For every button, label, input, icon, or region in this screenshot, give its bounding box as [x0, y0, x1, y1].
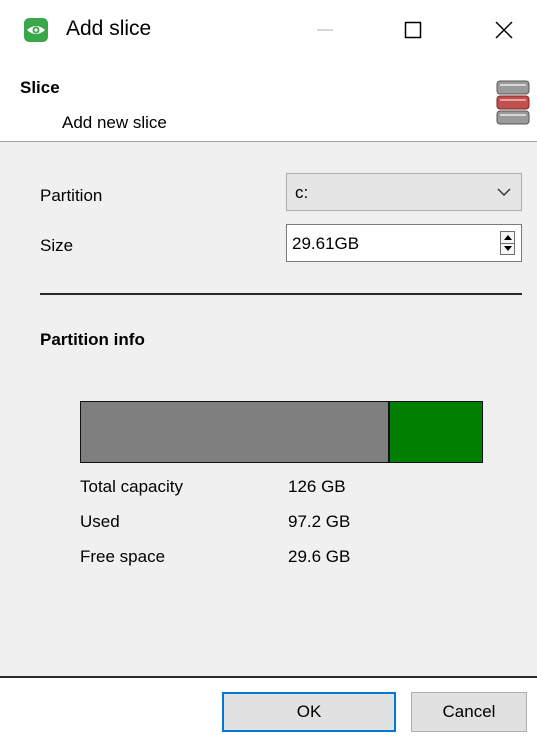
caret-up-icon	[503, 235, 512, 240]
size-decrement-button[interactable]	[501, 243, 514, 254]
partition-dropdown[interactable]: c:	[286, 173, 522, 211]
maximize-button[interactable]	[393, 12, 433, 48]
caret-down-icon	[503, 246, 512, 251]
title-bar: Add slice	[0, 0, 537, 58]
dialog-content: Partition c: Size 29.61GB Partition info	[0, 142, 537, 676]
database-stack-icon	[496, 80, 530, 125]
header-subtitle: Add new slice	[62, 113, 167, 132]
cancel-button[interactable]: Cancel	[411, 692, 527, 732]
maximize-icon	[404, 21, 422, 39]
size-spinbox[interactable]: 29.61GB	[286, 224, 522, 262]
used-label: Used	[80, 512, 120, 531]
total-capacity-row: Total capacity 126 GB	[80, 477, 500, 501]
partition-label: Partition	[40, 186, 103, 205]
dialog-footer: OK Cancel	[0, 676, 537, 740]
size-stepper[interactable]	[500, 231, 515, 255]
size-value: 29.61GB	[292, 234, 360, 253]
free-space-row: Free space 29.6 GB	[80, 547, 500, 571]
total-capacity-label: Total capacity	[80, 477, 183, 496]
minimize-icon	[317, 29, 333, 31]
wizard-header: Slice Add new slice	[0, 58, 537, 142]
size-label: Size	[40, 236, 74, 255]
partition-usage-bar	[80, 401, 483, 463]
used-space-segment	[81, 402, 391, 462]
chevron-down-icon	[497, 188, 511, 196]
used-row: Used 97.2 GB	[80, 512, 500, 536]
close-icon	[495, 21, 513, 39]
header-title: Slice	[20, 78, 60, 97]
eye-icon	[24, 18, 48, 42]
ok-button[interactable]: OK	[222, 692, 396, 732]
partition-info-title: Partition info	[40, 330, 145, 349]
minimize-button[interactable]	[305, 12, 345, 48]
footer-separator	[0, 676, 537, 678]
section-divider	[40, 293, 522, 295]
used-value: 97.2 GB	[288, 512, 351, 531]
free-space-segment	[390, 402, 482, 462]
window-title: Add slice	[66, 17, 152, 40]
close-button[interactable]	[484, 12, 524, 48]
free-space-value: 29.6 GB	[288, 547, 351, 566]
free-space-label: Free space	[80, 547, 166, 566]
total-capacity-value: 126 GB	[288, 477, 346, 496]
partition-value: c:	[295, 183, 309, 202]
